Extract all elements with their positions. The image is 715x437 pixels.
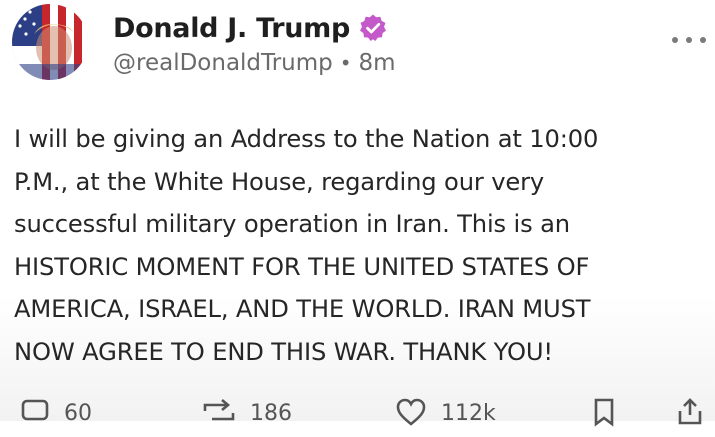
reply-icon — [21, 399, 49, 421]
more-dot — [672, 37, 678, 43]
post-action-bar: 60 186 112k — [0, 397, 715, 437]
meta-separator: • — [339, 51, 352, 75]
post-body-text: I will be giving an Address to the Natio… — [14, 118, 704, 374]
more-dot — [700, 37, 706, 43]
reply-count: 60 — [64, 401, 92, 426]
like-count: 112k — [441, 401, 496, 426]
post-card: Donald J. Trump @realDonaldTrump • 8m I … — [0, 0, 715, 427]
like-button[interactable]: 112k — [395, 397, 496, 427]
post-text-line: P.M., at the White House, regarding our … — [14, 167, 545, 196]
flag-portrait-image — [12, 4, 88, 80]
verified-badge-icon — [358, 13, 388, 43]
repost-icon — [203, 399, 235, 421]
share-icon — [678, 398, 702, 425]
author-meta: @realDonaldTrump • 8m — [113, 50, 396, 76]
heart-icon — [396, 398, 426, 426]
bookmark-icon — [594, 398, 614, 427]
post-text-line: AMERICA, ISRAEL, AND THE WORLD. IRAN MUS… — [14, 295, 591, 324]
repost-button[interactable]: 186 — [202, 397, 292, 427]
author-handle[interactable]: @realDonaldTrump — [113, 50, 333, 76]
post-text-line: successful military operation in Iran. T… — [14, 210, 570, 239]
share-button[interactable] — [676, 397, 704, 427]
repost-count: 186 — [250, 401, 292, 426]
profile-avatar[interactable] — [12, 4, 88, 80]
more-dot — [686, 37, 692, 43]
bookmark-button[interactable] — [592, 397, 616, 427]
more-options-icon[interactable] — [672, 30, 706, 50]
reply-button[interactable]: 60 — [20, 397, 92, 427]
post-text-line: I will be giving an Address to the Natio… — [14, 125, 599, 153]
author-display-name[interactable]: Donald J. Trump — [113, 13, 350, 44]
post-timestamp[interactable]: 8m — [359, 50, 396, 76]
post-text-line: NOW AGREE TO END THIS WAR. THANK YOU! — [14, 337, 553, 366]
post-text-line: HISTORIC MOMENT FOR THE UNITED STATES OF — [14, 252, 590, 281]
author-name-row: Donald J. Trump — [113, 10, 388, 46]
